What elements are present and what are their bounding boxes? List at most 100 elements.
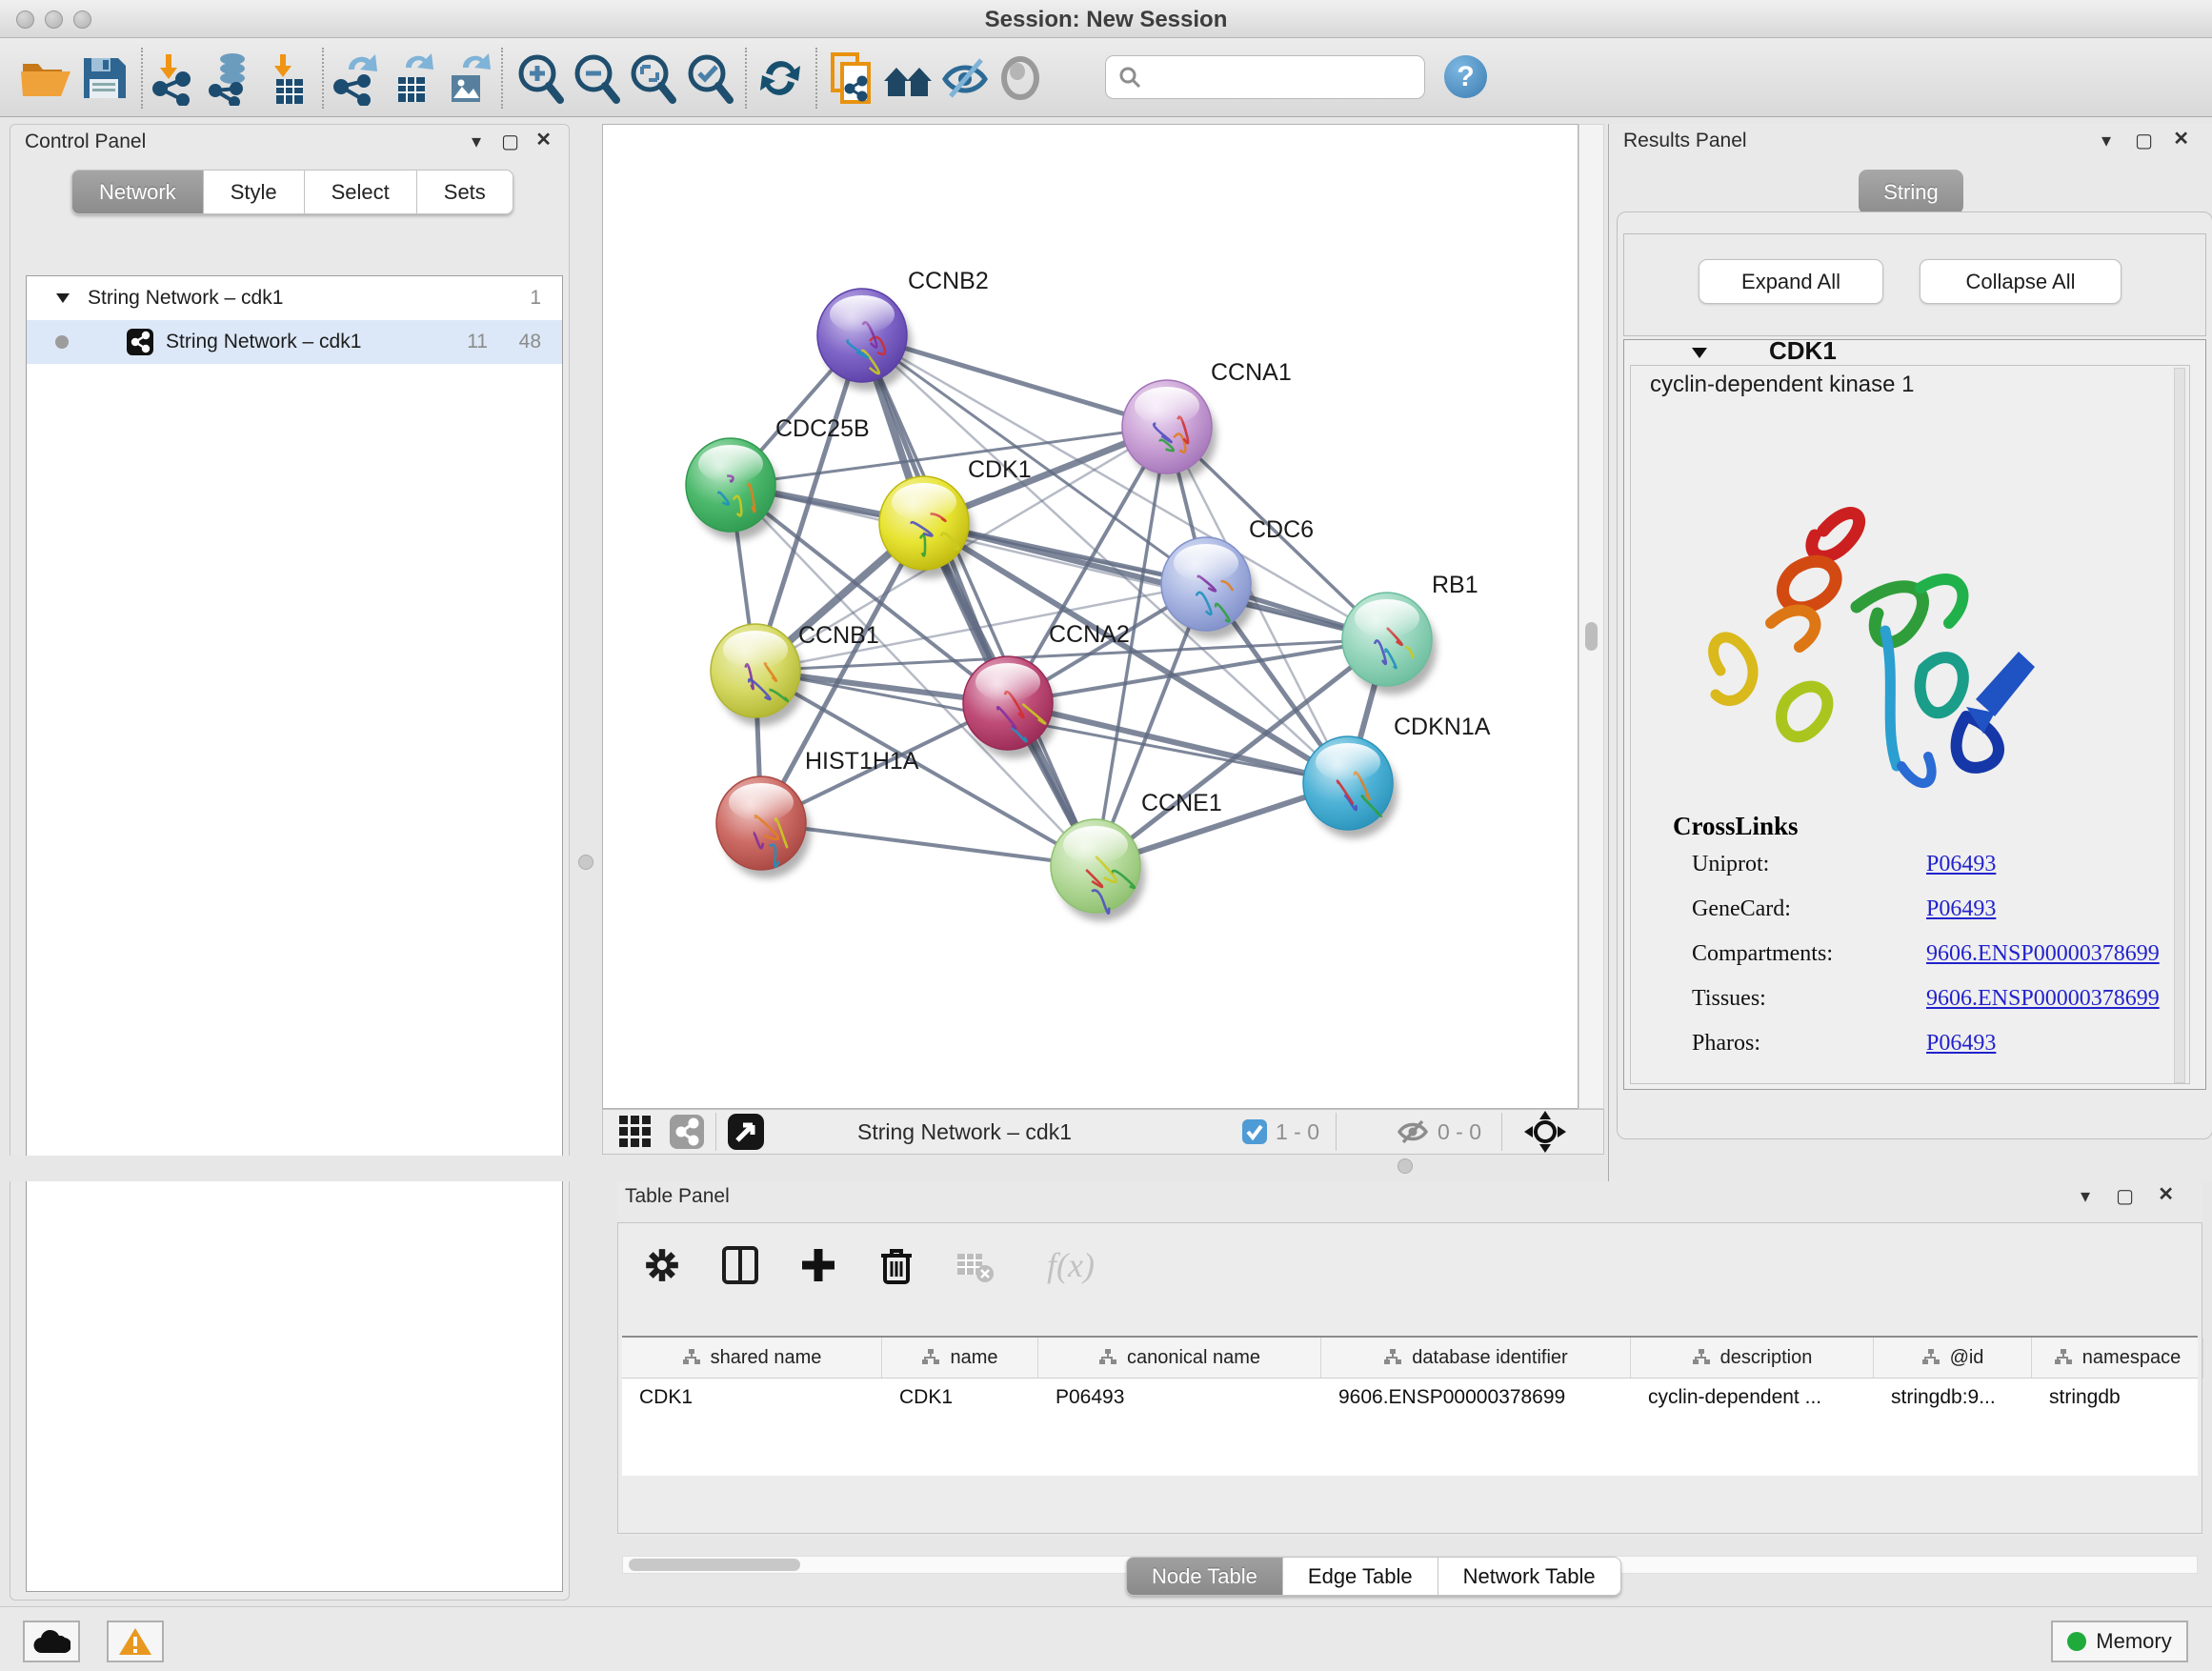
save-session-icon[interactable]: [74, 49, 133, 108]
node-CCNA1[interactable]: CCNA1: [1122, 359, 1292, 482]
search-input[interactable]: [1105, 55, 1425, 99]
results-panel-menu-icon[interactable]: ▾: [2101, 131, 2111, 151]
network-canvas[interactable]: CCNB2CCNA1CDC25BCDK1CDC6RB1CCNB1CCNA2CDK…: [602, 124, 1579, 1109]
results-panel-float-icon[interactable]: ▢: [2135, 131, 2153, 151]
open-session-icon[interactable]: [15, 49, 74, 108]
cloud-status-button[interactable]: [23, 1621, 80, 1662]
warnings-button[interactable]: [107, 1621, 164, 1662]
node-HIST1H1A[interactable]: HIST1H1A: [716, 748, 919, 878]
crosslink-link[interactable]: P06493: [1926, 852, 1996, 877]
results-scrollbar[interactable]: [2174, 368, 2185, 1083]
left-splitter-handle[interactable]: [578, 855, 593, 870]
canvas-scrollbar[interactable]: [1579, 124, 1604, 1109]
memory-button[interactable]: Memory: [2051, 1621, 2188, 1662]
table-cell[interactable]: stringdb: [2032, 1379, 2203, 1417]
column-header-canonicalname[interactable]: canonical name: [1038, 1338, 1321, 1378]
table-panel-float-icon[interactable]: ▢: [2116, 1187, 2134, 1206]
column-header-sharedname[interactable]: shared name: [622, 1338, 882, 1378]
edge-HIST1H1A-CCNE1[interactable]: [761, 823, 1096, 866]
node-CCNB2[interactable]: CCNB2: [817, 268, 989, 391]
table-cell[interactable]: CDK1: [882, 1379, 1038, 1417]
crosslink-link[interactable]: 9606.ENSP00000378699: [1926, 941, 2160, 967]
results-panel-close-icon[interactable]: ✕: [2173, 130, 2189, 149]
show-eye-icon[interactable]: [991, 49, 1050, 108]
column-header-description[interactable]: description: [1631, 1338, 1874, 1378]
tab-sets[interactable]: Sets: [417, 170, 513, 214]
table-hscrollbar-thumb[interactable]: [629, 1559, 800, 1571]
table-cell[interactable]: stringdb:9...: [1874, 1379, 2032, 1417]
edge-CDK1-RB1[interactable]: [924, 523, 1387, 639]
add-column-plus-icon[interactable]: [794, 1240, 843, 1290]
control-panel-close-icon[interactable]: ✕: [535, 131, 552, 150]
node-CDKN1A[interactable]: CDKN1A: [1303, 714, 1491, 838]
table-cell[interactable]: P06493: [1038, 1379, 1321, 1417]
tab-edge-table[interactable]: Edge Table: [1283, 1557, 1438, 1596]
help-button[interactable]: ?: [1444, 55, 1487, 98]
export-image-icon[interactable]: [438, 49, 497, 108]
expand-all-button[interactable]: Expand All: [1699, 259, 1883, 304]
crosslinks-title: CrossLinks: [1673, 812, 1799, 841]
node-CDC6[interactable]: CDC6: [1161, 516, 1314, 639]
import-table-icon[interactable]: [259, 49, 318, 108]
control-panel-float-icon[interactable]: ▢: [501, 132, 519, 151]
selected-nodes-checkbox-icon[interactable]: [1241, 1118, 1268, 1145]
refresh-icon[interactable]: [751, 49, 810, 108]
tab-select[interactable]: Select: [305, 170, 417, 214]
canvas-scrollbar-thumb[interactable]: [1585, 622, 1598, 651]
control-panel-menu-icon[interactable]: ▾: [472, 132, 481, 151]
table-settings-gear-icon[interactable]: [637, 1240, 687, 1290]
horizontal-splitter-handle[interactable]: [1398, 1158, 1413, 1174]
table-panel-close-icon[interactable]: ✕: [2158, 1185, 2174, 1204]
show-columns-icon[interactable]: [715, 1240, 765, 1290]
table-cell[interactable]: cyclin-dependent ...: [1631, 1379, 1874, 1417]
table-cell[interactable]: 9606.ENSP00000378699: [1321, 1379, 1631, 1417]
grid-view-icon[interactable]: [616, 1113, 654, 1151]
edge-CCNB2-CCNE1[interactable]: [862, 335, 1096, 866]
table-row[interactable]: CDK1CDK1P064939606.ENSP00000378699cyclin…: [622, 1379, 2198, 1417]
birdseye-toggle-icon[interactable]: [726, 1112, 766, 1152]
crosslink-link[interactable]: P06493: [1926, 1031, 1996, 1057]
node-CDK1[interactable]: CDK1: [879, 456, 1032, 578]
node-RB1[interactable]: RB1: [1342, 572, 1478, 695]
zoom-out-icon[interactable]: [567, 49, 626, 108]
zoom-fit-icon[interactable]: [623, 49, 682, 108]
tab-node-table[interactable]: Node Table: [1126, 1557, 1283, 1596]
column-header-name[interactable]: name: [882, 1338, 1038, 1378]
collection-expander-icon[interactable]: [55, 292, 70, 305]
crosslink-link[interactable]: 9606.ENSP00000378699: [1926, 986, 2160, 1012]
network-row[interactable]: String Network – cdk1 11 48: [27, 320, 562, 364]
tab-style[interactable]: Style: [204, 170, 305, 214]
tab-network[interactable]: Network: [71, 170, 204, 214]
home-icon[interactable]: [878, 49, 937, 108]
import-network-icon[interactable]: [145, 49, 204, 108]
table-cell[interactable]: CDK1: [622, 1379, 882, 1417]
delete-column-trash-icon[interactable]: [872, 1240, 921, 1290]
column-header-databaseidentifier[interactable]: database identifier: [1321, 1338, 1631, 1378]
hide-panel-eye-icon[interactable]: [935, 49, 995, 108]
fit-selected-crosshair-icon[interactable]: [1523, 1110, 1567, 1154]
network-view-icon[interactable]: [668, 1113, 706, 1151]
delete-table-icon[interactable]: [950, 1240, 999, 1290]
duplicate-network-icon[interactable]: [821, 49, 880, 108]
table-panel-menu-icon[interactable]: ▾: [2081, 1187, 2090, 1206]
tab-string[interactable]: String: [1859, 170, 1963, 214]
zoom-selected-icon[interactable]: [680, 49, 739, 108]
collapse-all-button[interactable]: Collapse All: [1920, 259, 2122, 304]
column-type-icon: [2054, 1348, 2073, 1367]
network-graph[interactable]: CCNB2CCNA1CDC25BCDK1CDC6RB1CCNB1CCNA2CDK…: [603, 125, 1578, 1108]
export-table-icon[interactable]: [383, 49, 442, 108]
column-header-namespace[interactable]: namespace: [2032, 1338, 2203, 1378]
node-label-CCNB2: CCNB2: [908, 268, 989, 294]
network-collection-row[interactable]: String Network – cdk1 1: [27, 276, 562, 320]
tab-network-table[interactable]: Network Table: [1438, 1557, 1621, 1596]
crosslink-link[interactable]: P06493: [1926, 896, 1996, 922]
column-header-id[interactable]: @id: [1874, 1338, 2032, 1378]
node-CCNE1[interactable]: CCNE1: [1051, 790, 1222, 921]
function-builder-button[interactable]: f(x): [1028, 1240, 1114, 1290]
zoom-in-icon[interactable]: [511, 49, 570, 108]
export-network-icon[interactable]: [326, 49, 385, 108]
status-bar: Memory: [0, 1606, 2212, 1671]
protein-expander-icon[interactable]: [1691, 346, 1708, 360]
import-database-icon[interactable]: [202, 49, 261, 108]
hidden-elements-eye-icon[interactable]: [1396, 1115, 1430, 1149]
